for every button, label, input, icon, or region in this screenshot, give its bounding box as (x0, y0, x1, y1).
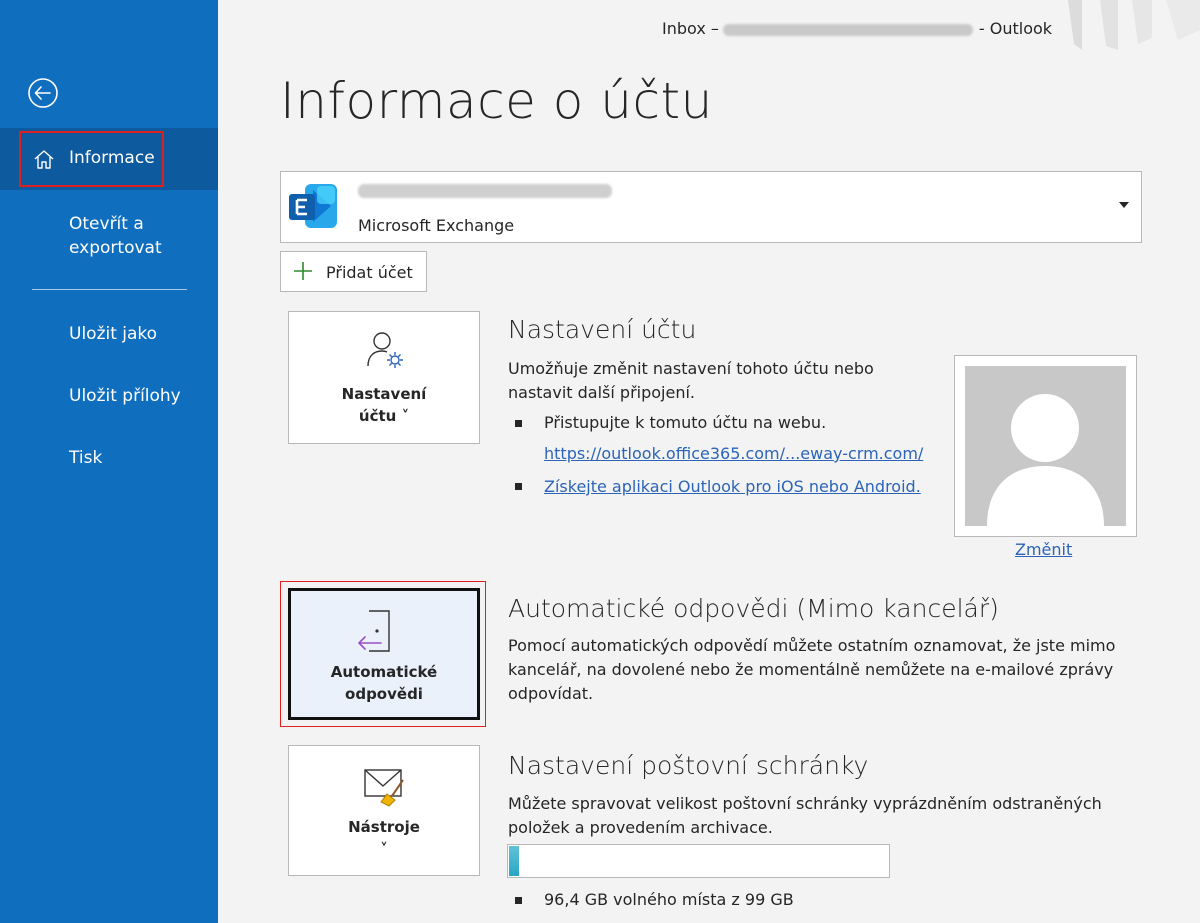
redacted-email (722, 23, 973, 36)
sidebar-item-label: Informace (69, 148, 155, 168)
account-selector-dropdown[interactable]: Microsoft Exchange (280, 171, 1142, 243)
sidebar-item-tisk[interactable]: Tisk (0, 446, 218, 474)
mailbox-free-space: 96,4 GB volného místa z 99 GB (544, 890, 794, 909)
sidebar-item-label: Otevřít a exportovat (69, 214, 162, 258)
chevron-down-icon (1119, 202, 1129, 208)
plus-icon (294, 262, 312, 280)
automatic-replies-description: Pomocí automatických odpovědí můžete ost… (508, 636, 1116, 703)
bullet (515, 483, 522, 490)
add-account-button[interactable]: Přidat účet (280, 251, 427, 292)
owa-link[interactable]: https://outlook.office365.com/...eway-cr… (544, 444, 923, 463)
sidebar-item-otevrit-exportovat[interactable]: Otevřít a exportovat (0, 210, 218, 266)
avatar (965, 366, 1126, 526)
account-settings-description: Umožňuje změnit nastavení tohoto účtu ne… (508, 359, 874, 402)
web-access-text: Přistupujte k tomuto účtu na webu. (544, 413, 827, 432)
mailbox-settings-title: Nastavení poštovní schránky (508, 751, 869, 780)
title-prefix: Inbox – (662, 19, 719, 38)
title-decoration (1068, 0, 1200, 50)
back-button[interactable] (26, 76, 60, 110)
mailbox-broom-icon (364, 769, 404, 807)
door-arrow-icon (358, 610, 390, 652)
sidebar-item-ulozit-jako[interactable]: Uložit jako (0, 322, 218, 350)
bullet (515, 897, 522, 904)
add-account-label: Přidat účet (326, 263, 413, 282)
tools-button[interactable]: Nástroje ˅ (288, 745, 480, 876)
back-arrow-circle-icon (28, 78, 58, 108)
tools-label: Nástroje ˅ (348, 818, 420, 858)
bullet (515, 420, 522, 427)
home-icon (34, 150, 54, 169)
mobile-app-link[interactable]: Získejte aplikaci Outlook pro iOS nebo A… (544, 477, 921, 496)
title-suffix: - Outlook (978, 19, 1053, 38)
sidebar-item-informace[interactable]: Informace (0, 128, 218, 190)
change-photo-link[interactable]: Změnit (1015, 540, 1072, 559)
exchange-icon (289, 184, 337, 228)
backstage-sidebar: Informace Otevřít a exportovat Uložit ja… (0, 0, 218, 923)
automatic-replies-title: Automatické odpovědi (Mimo kancelář) (508, 594, 999, 623)
account-type: Microsoft Exchange (358, 216, 515, 235)
sidebar-item-label: Uložit jako (69, 324, 158, 344)
mailbox-usage-fill (509, 846, 519, 876)
mailbox-settings-description: Můžete spravovat velikost poštovní schrá… (508, 794, 1102, 837)
account-settings-title: Nastavení účtu (508, 315, 697, 344)
redacted-account-name (358, 184, 612, 198)
person-silhouette-icon (987, 394, 1104, 526)
sidebar-item-ulozit-prilohy[interactable]: Uložit přílohy (0, 384, 218, 412)
mailbox-usage-bar (507, 844, 890, 878)
sidebar-item-label: Uložit přílohy (69, 386, 181, 406)
account-settings-button[interactable]: Nastavení účtu ˅ (288, 311, 480, 444)
sidebar-item-label: Tisk (69, 448, 103, 468)
person-gear-icon (367, 332, 403, 368)
account-settings-label: Nastavení účtu ˅ (341, 385, 427, 425)
page-title: Informace o účtu (280, 72, 713, 130)
profile-photo (954, 355, 1137, 537)
automatic-replies-button[interactable]: Automatické odpovědi (288, 588, 480, 720)
window-title: Inbox – - Outlook (662, 19, 1052, 38)
sidebar-divider (32, 289, 187, 290)
automatic-replies-label: Automatické odpovědi (330, 663, 438, 703)
